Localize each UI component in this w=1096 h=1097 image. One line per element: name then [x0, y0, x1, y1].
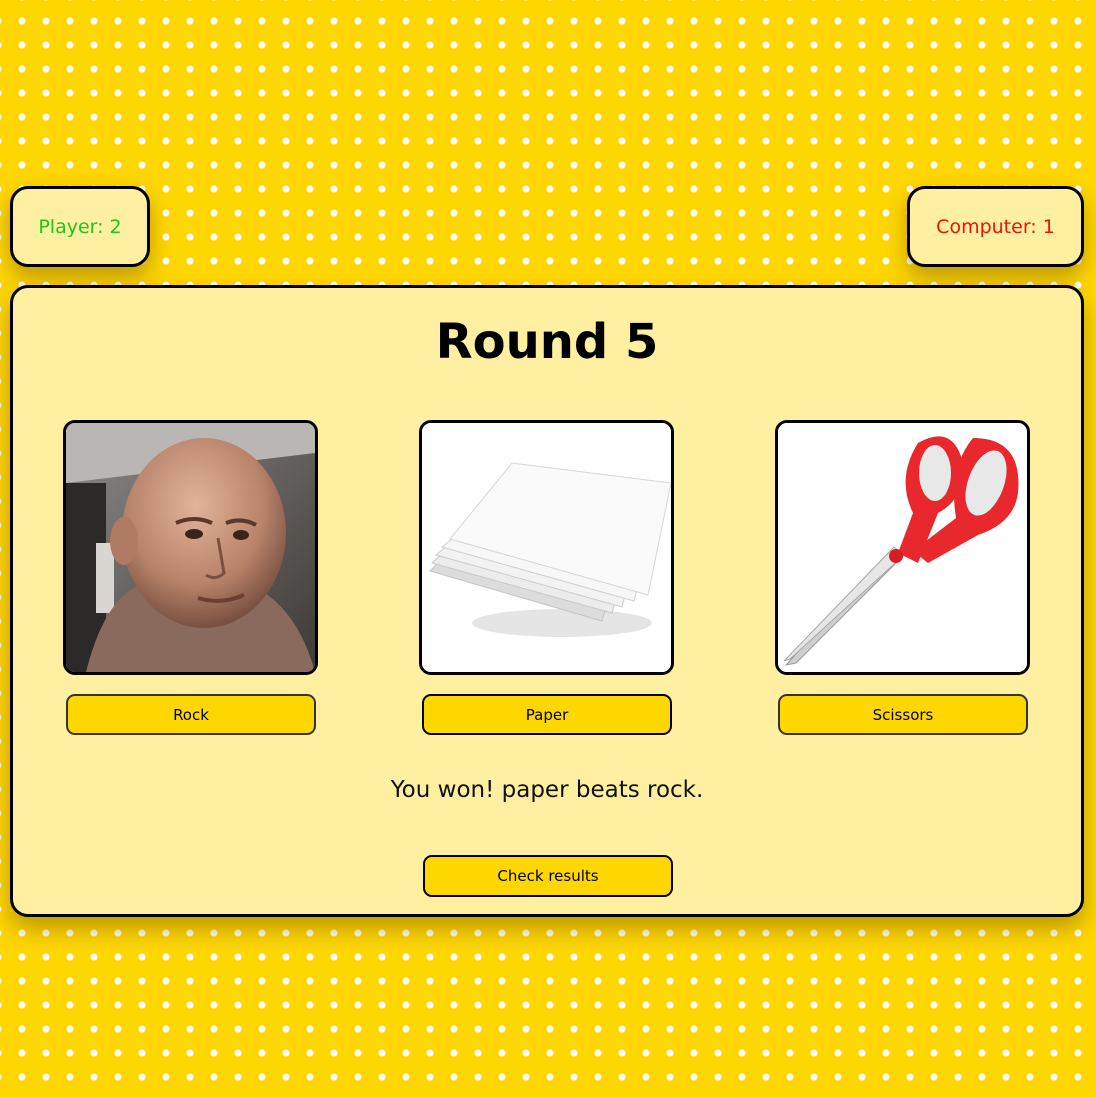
paper-button[interactable]: Paper — [422, 694, 672, 735]
game-panel: Round 5 Rock Paper Scissors You won! pap… — [10, 285, 1084, 917]
computer-score-label: Computer: 1 — [936, 215, 1055, 238]
rock-photo-icon — [66, 423, 315, 672]
paper-stack-icon — [422, 423, 671, 672]
player-score: Player: 2 — [10, 186, 150, 267]
scissors-image[interactable] — [775, 420, 1030, 675]
scissors-button[interactable]: Scissors — [778, 694, 1028, 735]
rock-image[interactable] — [63, 420, 318, 675]
result-message: You won! paper beats rock. — [390, 777, 704, 803]
player-score-label: Player: 2 — [38, 215, 122, 238]
paper-image[interactable] — [419, 420, 674, 675]
check-results-button[interactable]: Check results — [423, 855, 673, 897]
round-title: Round 5 — [435, 314, 659, 370]
scissors-icon — [778, 423, 1027, 672]
rock-button[interactable]: Rock — [66, 694, 316, 735]
computer-score: Computer: 1 — [907, 186, 1084, 267]
